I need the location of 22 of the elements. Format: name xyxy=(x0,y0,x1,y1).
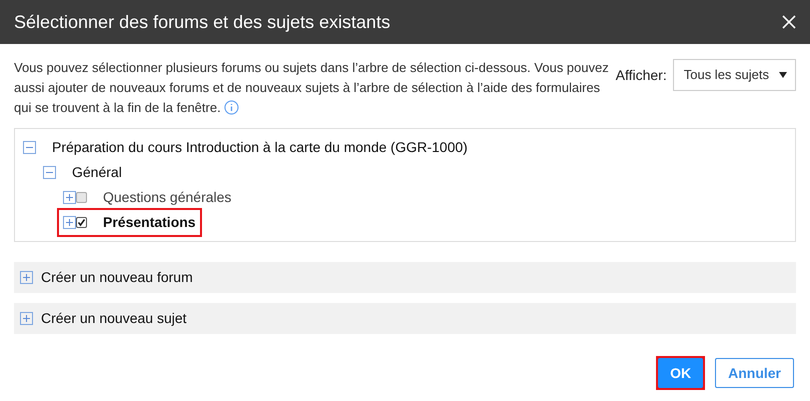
caret-icon xyxy=(779,72,787,78)
expand-icon[interactable] xyxy=(20,271,33,284)
section-title: Créer un nouveau forum xyxy=(41,268,193,287)
checkbox[interactable] xyxy=(76,192,87,203)
tree-item[interactable]: Présentations xyxy=(103,212,196,233)
tree-item[interactable]: Général xyxy=(72,162,122,183)
filter-label: Afficher: xyxy=(616,66,667,84)
expand-icon[interactable] xyxy=(20,312,33,325)
section-header[interactable]: Créer un nouveau forum xyxy=(14,262,796,293)
checkbox[interactable] xyxy=(76,217,87,228)
collapse-icon[interactable] xyxy=(43,166,56,179)
tree-item[interactable]: Questions générales xyxy=(103,187,232,208)
expand-icon[interactable] xyxy=(63,191,76,204)
close-icon[interactable] xyxy=(782,15,796,29)
collapse-icon[interactable] xyxy=(23,141,36,154)
window-title: Sélectionner des forums et des sujets existants xyxy=(14,10,390,34)
info-icon[interactable] xyxy=(224,100,240,115)
filter-dropdown[interactable]: Tous les sujets xyxy=(672,59,796,91)
tree-item[interactable]: Préparation du cours Introduction à la carte du monde (GGR-1000) xyxy=(52,137,468,158)
intro-text: Vous pouvez sélectionner plusieurs forums ou sujets dans l’arbre de sélection ci-dessous. Vous pouvez aussi ajouter de nouveaux forums et de nouveaux sujets à l’arbre de sélection à l’aide des formulaires qui se trouvent à la fin de la fenêtre. xyxy=(14,59,610,117)
section-title: Créer un nouveau sujet xyxy=(41,309,187,328)
section-header[interactable]: Créer un nouveau sujet xyxy=(14,303,796,334)
